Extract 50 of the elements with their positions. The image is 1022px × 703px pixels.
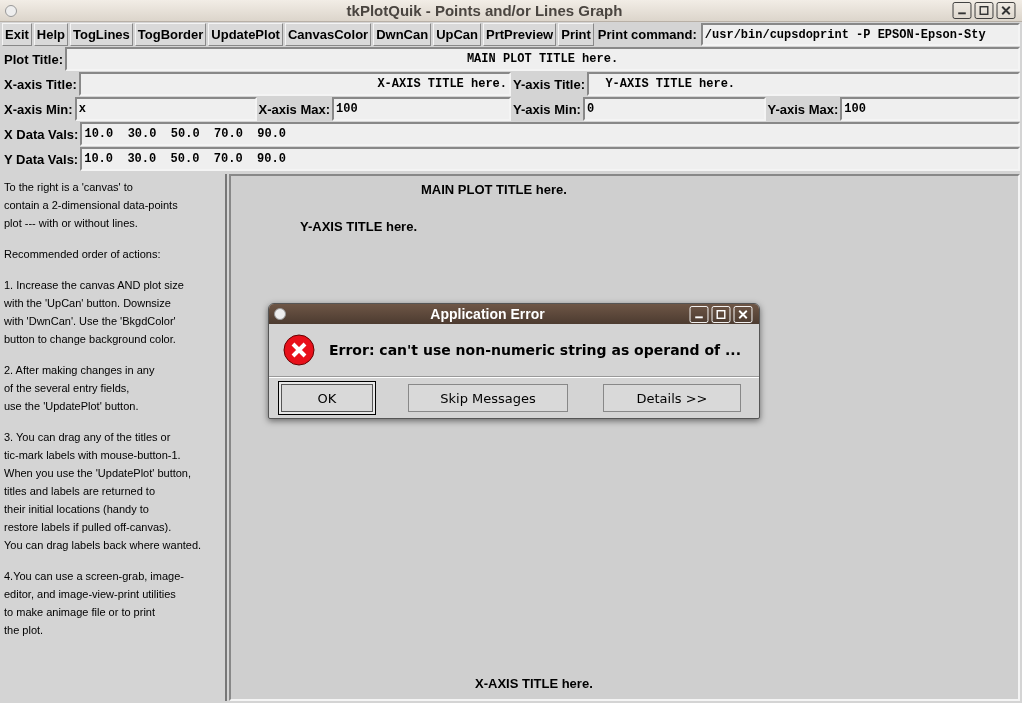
field-label: X-axis Min: bbox=[3, 100, 74, 119]
field-label: Y Data Vals: bbox=[3, 150, 80, 169]
error-message: Error: can't use non-numeric string as operand of ... bbox=[329, 342, 741, 358]
input-field[interactable]: x bbox=[74, 97, 257, 121]
toolbar-button[interactable]: PrtPreview bbox=[483, 23, 557, 46]
help-paragraph: 1. Increase the canvas AND plot size with the 'UpCan' button. Downsize with 'DwnCan'. Use the 'BkgdColor' button to change background color. bbox=[4, 278, 185, 347]
maximize-icon[interactable] bbox=[974, 2, 994, 19]
help-paragraph: To the right is a 'canvas' to contain a 2-dimensional data-points plot --- with or without lines. bbox=[4, 180, 179, 231]
help-paragraph: Recommended order of actions: bbox=[4, 247, 162, 262]
toolbar-button[interactable]: UpdatePlot bbox=[208, 23, 283, 46]
toolbar-button[interactable]: TogLines bbox=[70, 23, 133, 46]
field-label: Plot Title: bbox=[3, 50, 64, 69]
y-axis-title[interactable]: Y-AXIS TITLE here. bbox=[300, 219, 418, 234]
error-icon bbox=[283, 334, 315, 366]
field-label: Y-axis Min: bbox=[512, 100, 582, 119]
toolbar-button[interactable]: CanvasColor bbox=[284, 23, 372, 46]
field-label: Print command: bbox=[596, 26, 698, 44]
toolbar-button[interactable]: TogBorder bbox=[134, 23, 207, 46]
field-label: Y-axis Title: bbox=[512, 75, 586, 94]
dialog-button[interactable]: Skip Messages bbox=[408, 384, 568, 412]
input-field[interactable]: 100 bbox=[332, 97, 511, 121]
input-field[interactable]: 100 bbox=[840, 97, 1020, 121]
input-field[interactable]: 10.0 30.0 50.0 70.0 90.0 bbox=[80, 147, 1020, 171]
dialog-title: Application Error bbox=[429, 306, 546, 322]
toolbar-button[interactable]: Print bbox=[558, 23, 594, 46]
window-title: tkPlotQuik - Points and/or Lines Graph bbox=[345, 2, 624, 19]
field-label: X Data Vals: bbox=[3, 125, 80, 144]
close-icon[interactable] bbox=[996, 2, 1016, 19]
input-field[interactable]: /usr/bin/cupsdoprint -P EPSON-Epson-Sty bbox=[700, 23, 1020, 46]
toolbar-button[interactable]: DwnCan bbox=[373, 23, 432, 46]
input-field[interactable]: X-AXIS TITLE here. bbox=[78, 72, 511, 96]
window-menu-icon[interactable] bbox=[274, 308, 286, 320]
help-paragraph: 2. After making changes in any of the several entry fields, use the 'UpdatePlot' button. bbox=[4, 363, 156, 414]
dialog-button[interactable]: OK bbox=[281, 384, 373, 412]
toolbar-button[interactable]: Help bbox=[33, 23, 68, 46]
input-field[interactable]: 0 bbox=[582, 97, 766, 121]
field-label: X-axis Max: bbox=[257, 100, 332, 119]
toolbar-button[interactable]: UpCan bbox=[433, 23, 482, 46]
input-field[interactable]: 10.0 30.0 50.0 70.0 90.0 bbox=[80, 122, 1020, 146]
field-label: X-axis Title: bbox=[3, 75, 78, 94]
toolbar-button[interactable]: Exit bbox=[2, 23, 32, 46]
dialog-button[interactable]: Details >> bbox=[603, 384, 741, 412]
help-paragraph: 3. You can drag any of the titles or tic-mark labels with mouse-button-1. When you use the 'UpdatePlot' button, titles and labels are returned to their initial locations (handy to restore labels if pulled off-canvas). You can drag labels back where wanted. bbox=[4, 430, 203, 553]
field-label: Y-axis Max: bbox=[766, 100, 840, 119]
minimize-icon[interactable] bbox=[952, 2, 972, 19]
help-paragraph: 4.You can use a screen-grab, image- editor, and image-view-print utilities to make animage file or to print the plot. bbox=[4, 569, 185, 638]
input-field[interactable]: Y-AXIS TITLE here. bbox=[587, 72, 1020, 96]
input-field[interactable]: MAIN PLOT TITLE here. bbox=[65, 47, 1020, 71]
x-axis-title[interactable]: X-AXIS TITLE here. bbox=[475, 676, 593, 691]
plot-title[interactable]: MAIN PLOT TITLE here. bbox=[421, 182, 567, 197]
